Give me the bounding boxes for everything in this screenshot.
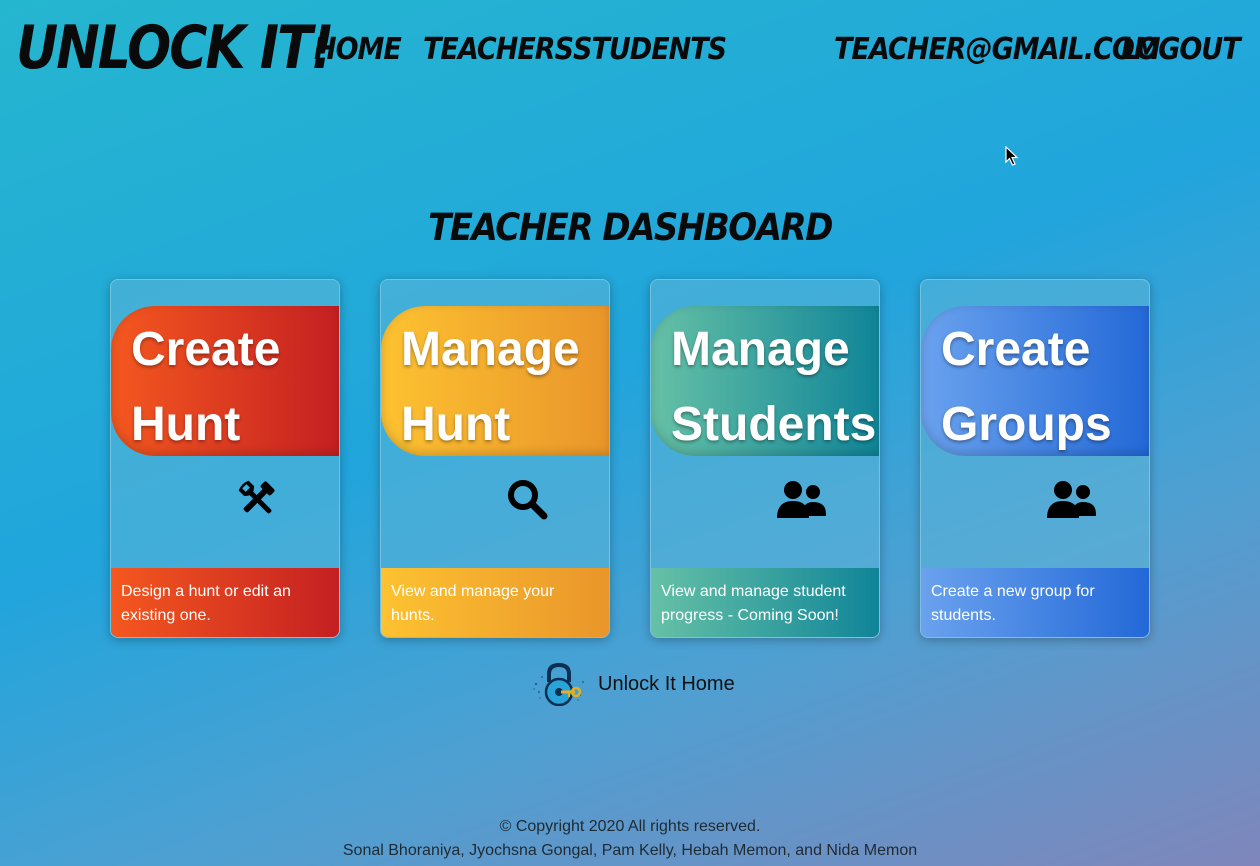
card-description: Design a hunt or edit an existing one. <box>111 568 339 637</box>
card-banner: Create Groups <box>921 306 1149 456</box>
nav-students-link[interactable]: STUDENTS <box>573 32 727 67</box>
card-title-line2: Groups <box>941 398 1112 451</box>
card-title: Create Hunt <box>131 312 337 462</box>
card-banner: Create Hunt <box>111 306 339 456</box>
card-title: Manage Hunt <box>401 312 607 462</box>
card-banner: Manage Students <box>651 306 879 456</box>
card-title: Manage Students <box>671 312 877 462</box>
card-description: Create a new group for students. <box>921 568 1149 637</box>
manage-hunt-card[interactable]: Manage Hunt View and manage your hunts. <box>380 279 610 638</box>
users-icon <box>1047 481 1096 518</box>
logout-link[interactable]: LOGOUT <box>1121 32 1241 67</box>
unlock-it-home-link[interactable]: Unlock It Home <box>530 662 735 706</box>
manage-students-card[interactable]: Manage Students View and manage student … <box>650 279 880 638</box>
card-title-line2: Hunt <box>131 398 241 451</box>
create-hunt-card[interactable]: Create Hunt Design a hunt or edit an exi… <box>110 279 340 638</box>
card-title-line2: Students <box>671 398 877 451</box>
home-link-label: Unlock It Home <box>598 672 735 695</box>
brand-logo[interactable]: UNLOCK IT! <box>16 14 334 83</box>
mouse-cursor-icon <box>1005 146 1019 166</box>
page-title: TEACHER DASHBOARD <box>428 206 833 250</box>
card-description: View and manage student progress - Comin… <box>651 568 879 637</box>
nav-home-link[interactable]: HOME <box>314 32 402 67</box>
card-title-line1: Create <box>131 323 281 376</box>
search-icon <box>508 480 548 520</box>
create-groups-card[interactable]: Create Groups Create a new group for stu… <box>920 279 1150 638</box>
card-title-line1: Create <box>941 323 1091 376</box>
card-banner: Manage Hunt <box>381 306 609 456</box>
card-description: View and manage your hunts. <box>381 568 609 637</box>
tools-icon <box>238 480 275 514</box>
authors-text: Sonal Bhoraniya, Jyochsna Gongal, Pam Ke… <box>342 842 918 859</box>
padlock-logo-icon <box>533 662 584 706</box>
user-email[interactable]: TEACHER@GMAIL.COM <box>834 32 1161 67</box>
users-icon <box>777 481 826 518</box>
nav-teachers-link[interactable]: TEACHERS <box>423 32 574 67</box>
card-title: Create Groups <box>941 312 1147 462</box>
copyright-text: © Copyright 2020 All rights reserved. <box>499 818 761 835</box>
card-title-line1: Manage <box>671 323 850 376</box>
card-title-line1: Manage <box>401 323 580 376</box>
card-title-line2: Hunt <box>401 398 511 451</box>
